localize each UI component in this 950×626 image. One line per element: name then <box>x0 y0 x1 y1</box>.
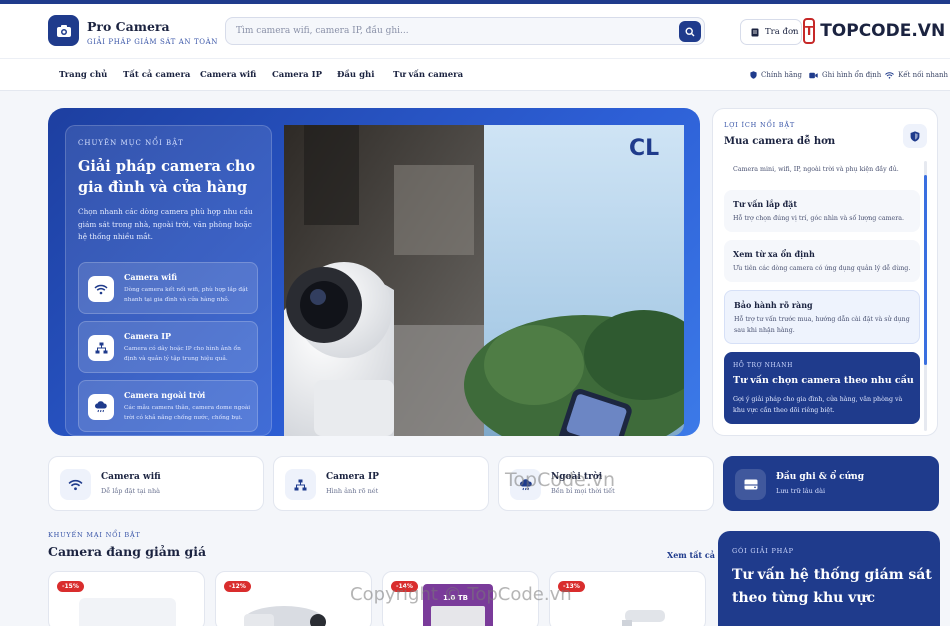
category-card-ip[interactable]: Camera IP Hình ảnh rõ nét <box>273 456 489 511</box>
wifi-icon <box>885 71 894 79</box>
wifi-icon <box>88 276 114 302</box>
video-icon <box>809 72 818 78</box>
hero-info-card: CHUYÊN MỤC NỔI BẬT Giải pháp camera cho … <box>65 125 272 436</box>
benefit-item-title: Xem từ xa ổn định <box>733 249 815 259</box>
benefits-scrollbar[interactable] <box>924 161 927 431</box>
benefit-item-remote[interactable]: Xem từ xa ổn định Ưu tiên các dòng camer… <box>724 240 920 282</box>
watermark-copyright: Copyright © TopCode.vn <box>350 584 572 605</box>
hero-category-outdoor[interactable]: Camera ngoài trời Các mẫu camera thân, c… <box>78 380 258 432</box>
quick-support-kicker: HỖ TRỢ NHANH <box>733 362 793 369</box>
promo-title: Camera đang giảm giá <box>48 544 207 559</box>
watermark-center: TopCode.vn <box>505 469 615 491</box>
benefit-item-title: Tư vấn lắp đặt <box>733 199 798 209</box>
nav-recorder[interactable]: Đầu ghi <box>337 70 374 80</box>
discount-badge: -12% <box>224 581 251 592</box>
order-lookup-button[interactable]: Tra đơn <box>740 19 802 45</box>
hero-banner: CHUYÊN MỤC NỔI BẬT Giải pháp camera cho … <box>48 108 700 436</box>
watermark-badge: T <box>803 18 816 44</box>
quick-support-desc: Gợi ý giải pháp cho gia đình, cửa hàng, … <box>733 396 903 414</box>
hero-title: Giải pháp camera cho gia đình và cửa hàn… <box>78 158 256 196</box>
camera-logo-icon[interactable] <box>48 15 79 46</box>
site-header: Pro Camera GIẢI PHÁP GIÁM SÁT AN TOÀN Tì… <box>0 4 950 58</box>
search-input[interactable]: Tìm camera wifi, camera IP, đầu ghi... <box>236 26 409 36</box>
quick-support-card[interactable]: HỖ TRỢ NHANH Tư vấn chọn camera theo nhu… <box>724 352 920 424</box>
watermark-logo: T TOPCODE.VN <box>803 13 945 49</box>
hero-category-desc: Các mẫu camera thân, camera dome ngoài t… <box>124 405 251 421</box>
shield-icon <box>750 71 757 79</box>
product-card[interactable]: -13% <box>549 571 706 626</box>
benefits-panel: LỢI ÍCH NỔI BẬT Mua camera dễ hơn Camera… <box>712 108 938 436</box>
feature-recording-label: Ghi hình ổn định <box>822 71 882 79</box>
benefit-item-warranty[interactable]: Bảo hành rõ ràng Hỗ trợ tư vấn trước mua… <box>724 290 920 344</box>
benefits-title: Mua camera dễ hơn <box>724 136 836 147</box>
receipt-icon <box>751 28 759 36</box>
hero-kicker: CHUYÊN MỤC NỔI BẬT <box>78 139 184 147</box>
feature-recording: Ghi hình ổn định <box>809 71 881 79</box>
category-card-title: Camera wifi <box>101 472 161 482</box>
category-card-title: Camera IP <box>326 472 379 482</box>
feature-genuine: Chính hãng <box>750 71 802 79</box>
benefit-item-desc: Hỗ trợ chọn đúng vị trí, góc nhìn và số … <box>733 215 905 222</box>
main-nav: Trang chủ Tất cả camera Camera wifi Came… <box>0 58 950 91</box>
search-bar[interactable]: Tìm camera wifi, camera IP, đầu ghi... <box>225 17 705 45</box>
watermark-top-text: TOPCODE.VN <box>820 21 946 41</box>
hero-category-title: Camera ngoài trời <box>124 390 206 400</box>
product-card[interactable]: -15% <box>48 571 205 626</box>
benefit-item-desc: Hỗ trợ tư vấn trước mua, hướng dẫn cài đ… <box>734 316 910 334</box>
category-card-wifi[interactable]: Camera wifi Dễ lắp đặt tại nhà <box>48 456 264 511</box>
category-card-sub: Dễ lắp đặt tại nhà <box>101 487 161 495</box>
hero-camera-photo: CL <box>284 125 684 436</box>
order-lookup-label: Tra đơn <box>765 27 799 37</box>
see-all-link[interactable]: Xem tất cả <box>667 550 715 560</box>
benefit-item-install[interactable]: Tư vấn lắp đặt Hỗ trợ chọn đúng vị trí, … <box>724 190 920 232</box>
product-card[interactable]: -12% <box>215 571 372 626</box>
category-card-recorder[interactable]: Đầu ghi & ổ cứng Lưu trữ lâu dài <box>723 456 939 511</box>
quick-support-title: Tư vấn chọn camera theo nhu cầu <box>733 375 914 386</box>
feature-connect: Kết nối nhanh <box>885 71 948 79</box>
watermark-copyright-text: Copyright © TopCode.vn <box>350 584 572 605</box>
category-card-title: Đầu ghi & ổ cứng <box>776 472 865 482</box>
benefit-item-desc: Ưu tiên các dòng camera có ứng dụng quản… <box>733 265 911 272</box>
nav-ip-camera[interactable]: Camera IP <box>272 70 322 80</box>
nav-consulting[interactable]: Tư vấn camera <box>393 70 463 80</box>
network-icon <box>88 335 114 361</box>
nav-all-cameras[interactable]: Tất cả camera <box>123 70 190 80</box>
watermark-center-text: TopCode.vn <box>505 469 616 491</box>
hero-category-desc: Camera có dây hoặc IP cho hình ảnh ổn đị… <box>124 346 241 362</box>
feature-genuine-label: Chính hãng <box>761 71 803 79</box>
search-icon <box>685 26 695 36</box>
wifi-icon <box>60 469 91 500</box>
hero-category-wifi[interactable]: Camera wifi Dòng camera kết nối wifi, ph… <box>78 262 258 314</box>
benefits-kicker: LỢI ÍCH NỔI BẬT <box>724 121 796 129</box>
category-card-sub: Lưu trữ lâu dài <box>776 487 826 495</box>
hero-image-brand: CL <box>629 136 659 161</box>
solution-package-card[interactable]: GÓI GIẢI PHÁP Tư vấn hệ thống giám sát t… <box>718 531 940 626</box>
hero-description: Chọn nhanh các dòng camera phù hợp nhu c… <box>78 207 253 241</box>
hero-category-ip[interactable]: Camera IP Camera có dây hoặc IP cho hình… <box>78 321 258 373</box>
shield-icon <box>903 124 927 148</box>
benefit-item-title: Bảo hành rõ ràng <box>734 300 813 310</box>
benefit-partial-item: Camera mini, wifi, IP, ngoài trời và phụ… <box>724 155 920 184</box>
cloud-rain-icon <box>88 394 114 420</box>
network-icon <box>285 469 316 500</box>
hero-category-desc: Dòng camera kết nối wifi, phù hợp lắp đặ… <box>124 287 248 303</box>
scrollbar-thumb[interactable] <box>924 175 927 365</box>
hard-drive-icon <box>735 469 766 500</box>
solution-kicker: GÓI GIẢI PHÁP <box>732 547 794 555</box>
search-button[interactable] <box>679 21 701 42</box>
discount-badge: -15% <box>57 581 84 592</box>
nav-home[interactable]: Trang chủ <box>59 70 107 80</box>
solution-title: Tư vấn hệ thống giám sát theo từng khu v… <box>732 567 932 606</box>
hero-category-title: Camera wifi <box>124 272 178 282</box>
nav-wifi-camera[interactable]: Camera wifi <box>200 70 256 80</box>
category-card-sub: Hình ảnh rõ nét <box>326 487 379 495</box>
brand-tagline: GIẢI PHÁP GIÁM SÁT AN TOÀN <box>87 38 218 46</box>
promo-kicker: KHUYẾN MẠI NỔI BẬT <box>48 531 141 539</box>
brand-name[interactable]: Pro Camera <box>87 19 170 34</box>
benefit-partial-desc: Camera mini, wifi, IP, ngoài trời và phụ… <box>733 166 899 173</box>
feature-connect-label: Kết nối nhanh <box>898 71 949 79</box>
hero-category-title: Camera IP <box>124 331 172 341</box>
